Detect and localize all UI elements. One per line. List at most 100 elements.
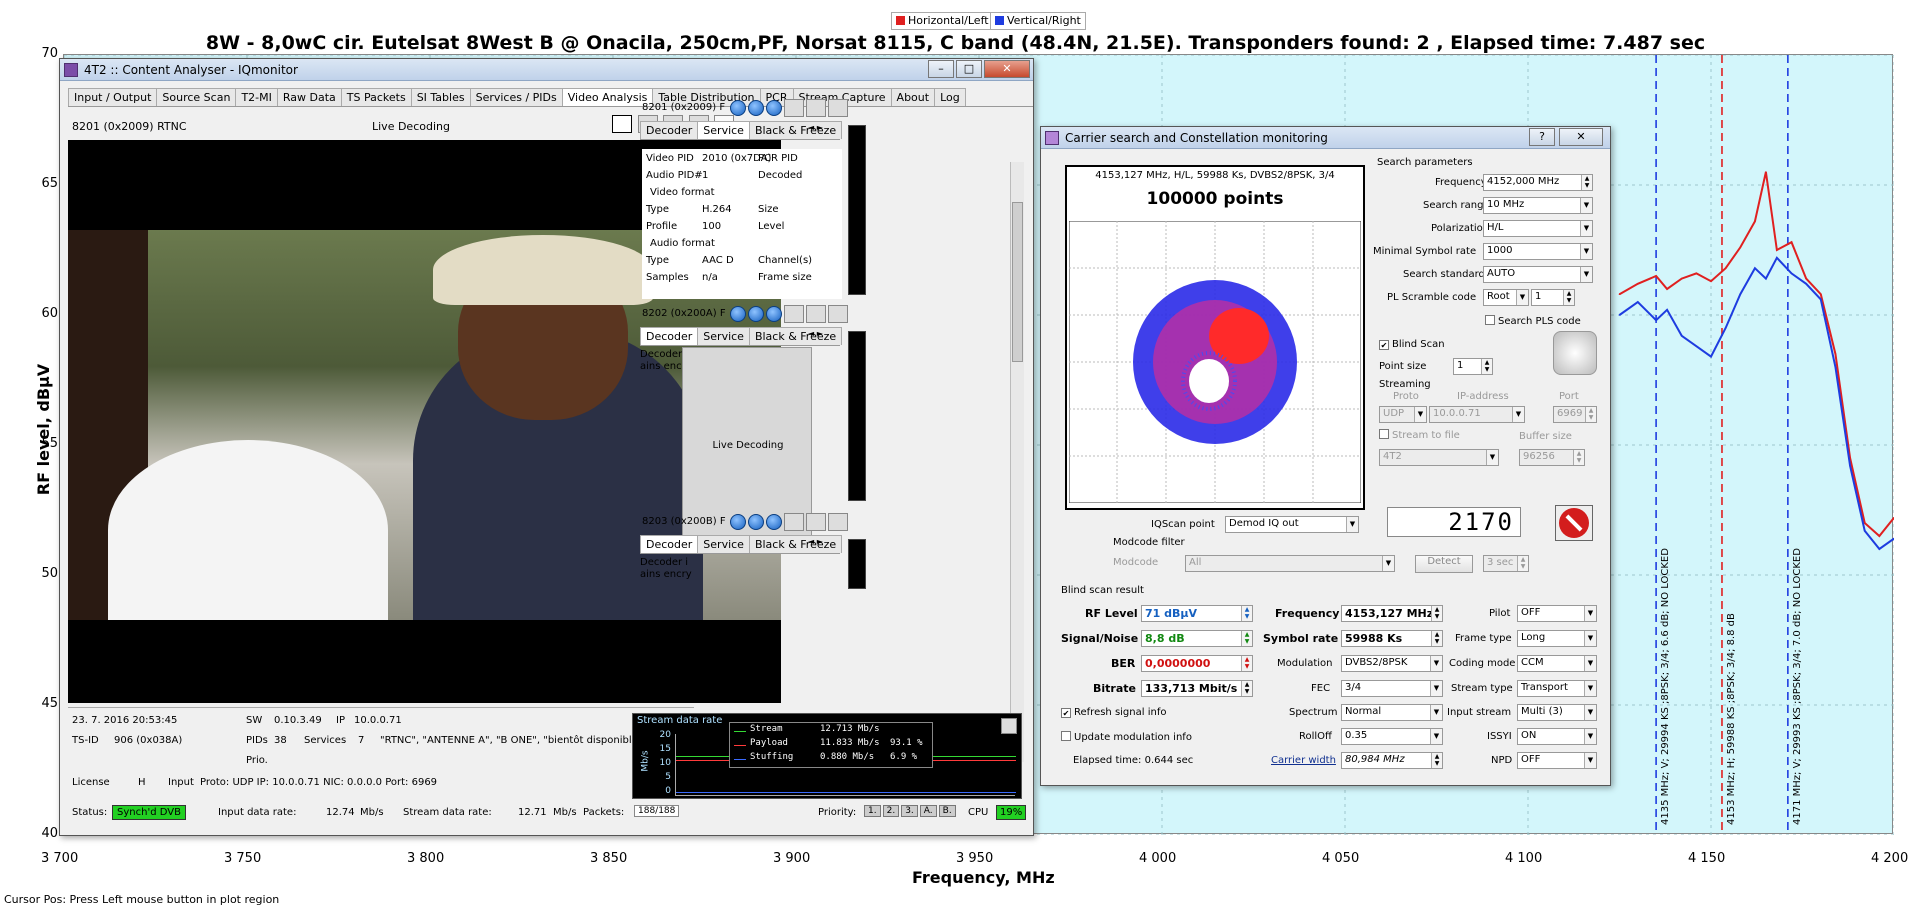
pause-icon[interactable] (748, 100, 764, 116)
frequency-input[interactable]: 4152,000 MHz ▲ ▼ (1483, 174, 1593, 191)
tab-service[interactable]: Service (697, 327, 750, 345)
frame-type-select[interactable]: Long ▼ (1517, 630, 1597, 647)
spin-icon[interactable]: ▲ ▼ (1241, 606, 1252, 621)
detect-button[interactable]: Detect (1415, 555, 1473, 573)
carrier-titlebar[interactable]: Carrier search and Constellation monitor… (1041, 127, 1610, 149)
file-select[interactable]: 4T2 ▼ (1379, 449, 1499, 466)
spin-icon[interactable]: ▲ ▼ (1241, 656, 1252, 671)
tab-scroll-arrows[interactable]: ◄ ► (808, 123, 823, 132)
dropdown-icon[interactable]: ▼ (1584, 729, 1596, 744)
dropdown-icon[interactable]: ▼ (1584, 705, 1596, 720)
checkbox-icon[interactable] (1485, 315, 1495, 325)
minimize-button[interactable]: – (928, 60, 954, 78)
fec-select[interactable]: 3/4 ▼ (1341, 680, 1443, 697)
stop-icon[interactable] (766, 306, 782, 322)
priority-box[interactable]: B. (938, 805, 956, 817)
priority-box[interactable]: 3. (901, 805, 918, 817)
pause-icon[interactable] (748, 514, 764, 530)
analyser-titlebar[interactable]: 4T2 :: Content Analyser - IQmonitor (60, 59, 1033, 81)
pls-value-input[interactable]: 1 ▲ ▼ (1531, 289, 1575, 306)
dropdown-icon[interactable]: ▼ (1486, 450, 1498, 465)
tab-decoder[interactable]: Decoder (640, 327, 699, 345)
dropdown-icon[interactable]: ▼ (1580, 244, 1592, 259)
tab-service[interactable]: Service (697, 121, 750, 139)
buffer-input[interactable]: 96256 ▲ ▼ (1519, 449, 1585, 466)
tab-si-tables[interactable]: SI Tables (410, 88, 471, 106)
spin-icon[interactable]: ▲ ▼ (1573, 450, 1584, 465)
dropdown-icon[interactable]: ▼ (1584, 753, 1596, 768)
mute-icon[interactable] (784, 99, 804, 117)
polarization-select[interactable]: H/L ▼ (1483, 220, 1593, 237)
stop-button[interactable] (1555, 505, 1593, 541)
dropdown-icon[interactable]: ▼ (1584, 606, 1596, 621)
tab-black-freeze[interactable]: Black & Freeze (748, 121, 843, 139)
dropdown-icon[interactable]: ▼ (1430, 705, 1442, 720)
msr-select[interactable]: 1000 ▼ (1483, 243, 1593, 260)
update-modulation-checkbox[interactable]: Update modulation info (1061, 731, 1192, 743)
dropdown-icon[interactable]: ▼ (1512, 407, 1524, 422)
checkbox-icon[interactable] (1061, 731, 1071, 741)
blind-scan-checkbox[interactable]: ✔ Blind Scan (1379, 339, 1445, 350)
zoom-icon[interactable] (1001, 718, 1017, 734)
carrier-width-link[interactable]: Carrier width (1271, 755, 1336, 766)
modulation-select[interactable]: DVBS2/8PSK ▼ (1341, 655, 1443, 672)
tab-input-output[interactable]: Input / Output (68, 88, 158, 106)
stream-type-select[interactable]: Transport ▼ (1517, 680, 1597, 697)
coding-mode-select[interactable]: CCM ▼ (1517, 655, 1597, 672)
play-icon[interactable] (730, 514, 746, 530)
priority-box[interactable]: 2. (882, 805, 900, 817)
maximize-button[interactable]: □ (956, 60, 982, 78)
dropdown-icon[interactable]: ▼ (1580, 198, 1592, 213)
input-stream-select[interactable]: Multi (3) ▼ (1517, 704, 1597, 721)
mute-icon[interactable] (784, 305, 804, 323)
panel-scrollbar[interactable] (1010, 162, 1024, 762)
spin-icon[interactable]: ▲ ▼ (1431, 631, 1442, 646)
tools-icon[interactable] (828, 99, 848, 117)
iqscan-select[interactable]: Demod IQ out ▼ (1225, 516, 1359, 533)
refresh-signal-checkbox[interactable]: ✔ Refresh signal info (1061, 707, 1166, 718)
dropdown-icon[interactable]: ▼ (1584, 631, 1596, 646)
priority-box[interactable]: A. (919, 805, 937, 817)
spin-icon[interactable]: ▲ ▼ (1241, 681, 1252, 696)
spin-icon[interactable]: ▲ ▼ (1581, 175, 1592, 190)
tab-decoder[interactable]: Decoder (640, 535, 699, 553)
tab-scroll-arrows[interactable]: ◄ ► (808, 329, 823, 338)
cc-icon[interactable] (612, 115, 632, 133)
monitor-icon[interactable] (806, 513, 826, 531)
tab-service[interactable]: Service (697, 535, 750, 553)
spin-icon[interactable]: ▲ ▼ (1585, 407, 1596, 422)
mute-icon[interactable] (784, 513, 804, 531)
monitor-icon[interactable] (806, 99, 826, 117)
spin-icon[interactable]: ▲ ▼ (1431, 753, 1442, 768)
pls-mode-select[interactable]: Root ▼ (1483, 289, 1529, 306)
close-button[interactable]: ✕ (1559, 128, 1603, 146)
dropdown-icon[interactable]: ▼ (1382, 556, 1394, 571)
spin-icon[interactable]: ▲ ▼ (1431, 606, 1442, 621)
spin-icon[interactable]: ▲ ▼ (1563, 290, 1574, 305)
search-pls-checkbox[interactable]: Search PLS code (1485, 315, 1581, 327)
dropdown-icon[interactable]: ▼ (1580, 267, 1592, 282)
stop-icon[interactable] (766, 514, 782, 530)
dropdown-icon[interactable]: ▼ (1430, 656, 1442, 671)
npd-select[interactable]: OFF ▼ (1517, 752, 1597, 769)
rolloff-select[interactable]: 0.35 ▼ (1341, 728, 1443, 745)
range-select[interactable]: 10 MHz ▼ (1483, 197, 1593, 214)
detect-time-input[interactable]: 3 sec ▲ ▼ (1483, 555, 1529, 572)
dropdown-icon[interactable]: ▼ (1584, 681, 1596, 696)
close-button[interactable]: ✕ (984, 60, 1030, 78)
tab-black-freeze[interactable]: Black & Freeze (748, 535, 843, 553)
tab-decoder[interactable]: Decoder (640, 121, 699, 139)
checkbox-checked-icon[interactable]: ✔ (1061, 708, 1071, 718)
tab-services-pids[interactable]: Services / PIDs (469, 88, 563, 106)
tab-source-scan[interactable]: Source Scan (156, 88, 237, 106)
tab-t2-mi[interactable]: T2-MI (235, 88, 278, 106)
help-button[interactable]: ? (1529, 128, 1555, 146)
pilot-select[interactable]: OFF ▼ (1517, 605, 1597, 622)
stop-icon[interactable] (766, 100, 782, 116)
play-icon[interactable] (730, 100, 746, 116)
modcode-select[interactable]: All ▼ (1185, 555, 1395, 572)
proto-select[interactable]: UDP ▼ (1379, 406, 1427, 423)
monitor-icon[interactable] (806, 305, 826, 323)
spin-icon[interactable]: ▲ ▼ (1517, 556, 1528, 571)
dropdown-icon[interactable]: ▼ (1346, 517, 1358, 532)
